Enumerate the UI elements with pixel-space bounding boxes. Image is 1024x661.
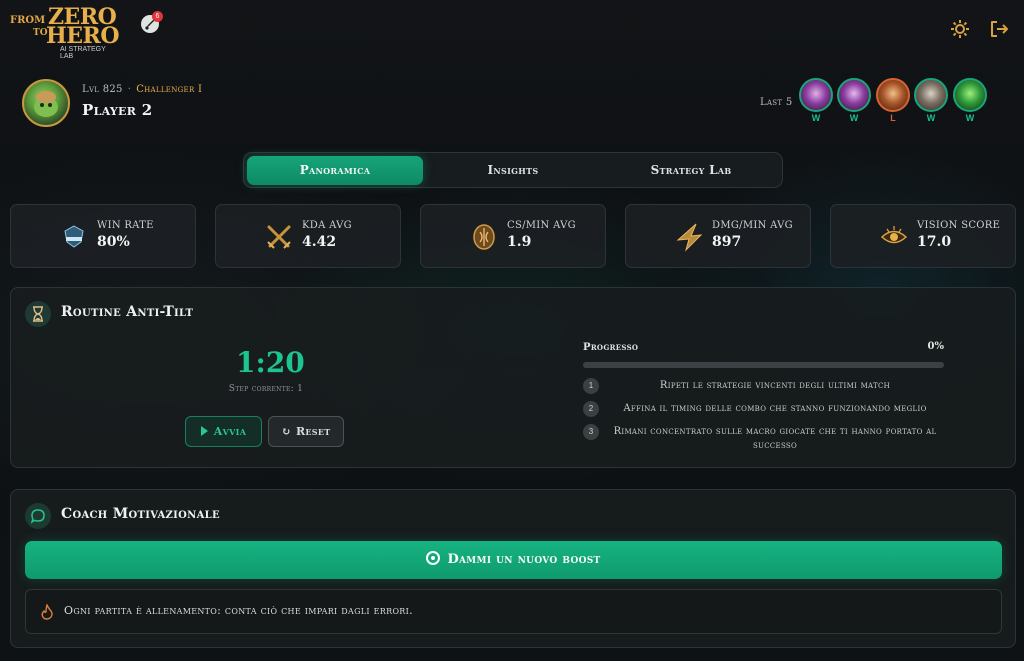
stat-label: KDA AVG bbox=[302, 220, 352, 231]
logout-icon bbox=[991, 21, 1008, 37]
progress-bar bbox=[583, 362, 944, 368]
stat-value: 1.9 bbox=[507, 234, 532, 250]
motivational-quote: Ogni partita è allenamento: conta ciò ch… bbox=[25, 589, 1002, 634]
progress-percent: 0% bbox=[927, 341, 944, 352]
settings-button[interactable] bbox=[949, 18, 971, 40]
step-text: Rimani concentrato sulle macro giocate c… bbox=[613, 426, 937, 451]
coach-panel: Coach Motivazionale Dammi un nuovo boost… bbox=[10, 489, 1016, 648]
start-button-label: Avvia bbox=[213, 425, 247, 438]
cs-coin-icon bbox=[473, 224, 495, 250]
stat-label: CS/MIN AVG bbox=[507, 220, 576, 231]
stat-label: WIN RATE bbox=[97, 220, 154, 231]
last5-label: Last 5 bbox=[760, 97, 793, 108]
routine-timer: 1:20 bbox=[236, 346, 305, 379]
stat-label: VISION SCORE bbox=[917, 220, 1001, 231]
boost-button-label: Dammi un nuovo boost bbox=[447, 552, 601, 567]
stat-card-kda: KDA AVG 4.42 bbox=[215, 204, 401, 268]
step-number: 2 bbox=[583, 401, 599, 417]
logout-button[interactable] bbox=[988, 18, 1010, 40]
app-logo[interactable]: FROM ZERO TO HERO AI STRATEGY LAB bbox=[10, 4, 120, 60]
player-level: Lvl 825 bbox=[82, 84, 123, 95]
routine-title: Routine Anti-Tilt bbox=[61, 304, 194, 320]
stat-value: 17.0 bbox=[917, 234, 952, 250]
stat-card-cs-min: CS/MIN AVG 1.9 bbox=[420, 204, 606, 268]
reset-button[interactable]: ↻ Reset bbox=[268, 416, 344, 447]
new-boost-button[interactable]: Dammi un nuovo boost bbox=[25, 541, 1002, 579]
victory-badge-icon bbox=[64, 225, 84, 248]
top-bar: FROM ZERO TO HERO AI STRATEGY LAB 6 bbox=[0, 0, 1024, 60]
player-rank: Challenger I bbox=[136, 84, 203, 95]
routine-panel: Routine Anti-Tilt 1:20 Step corrente: 1 … bbox=[10, 287, 1016, 468]
main-tabs: Panoramica Insights Strategy Lab bbox=[243, 152, 783, 188]
player-level-rank: Lvl 825 · Challenger I bbox=[82, 84, 203, 95]
player-name: Player 2 bbox=[82, 101, 153, 119]
stat-value: 4.42 bbox=[302, 234, 337, 250]
recent-match-3-result: L bbox=[890, 113, 896, 123]
current-step-label: Step corrente: 1 bbox=[228, 384, 304, 394]
target-icon bbox=[426, 551, 441, 565]
crossed-swords-icon bbox=[267, 225, 291, 249]
stat-card-win-rate: WIN RATE 80% bbox=[10, 204, 196, 268]
reset-button-label: Reset bbox=[295, 425, 331, 438]
stat-value: 897 bbox=[712, 234, 742, 250]
recent-match-1[interactable] bbox=[799, 78, 833, 112]
progress-label: Progresso bbox=[583, 342, 639, 353]
recent-match-2-result: W bbox=[849, 113, 859, 123]
tab-panoramica[interactable]: Panoramica bbox=[247, 156, 423, 185]
flame-icon bbox=[41, 604, 53, 620]
reset-icon: ↻ bbox=[281, 425, 291, 438]
stat-card-dmg-min: DMG/MIN AVG 897 bbox=[625, 204, 811, 268]
player-avatar bbox=[22, 79, 70, 127]
recent-match-1-result: W bbox=[811, 113, 821, 123]
recent-match-2[interactable] bbox=[837, 78, 871, 112]
eye-icon bbox=[880, 226, 908, 244]
start-button[interactable]: Avvia bbox=[185, 416, 262, 447]
quote-text: Ogni partita è allenamento: conta ciò ch… bbox=[64, 604, 413, 617]
stat-label: DMG/MIN AVG bbox=[712, 220, 793, 231]
logo-from: FROM bbox=[10, 15, 46, 26]
hourglass-icon bbox=[25, 301, 51, 327]
step-number: 3 bbox=[583, 424, 599, 440]
stat-card-vision-score: VISION SCORE 17.0 bbox=[830, 204, 1016, 268]
logo-subtitle: AI STRATEGY LAB bbox=[60, 46, 106, 60]
recent-match-4-result: W bbox=[926, 113, 936, 123]
stat-value: 80% bbox=[97, 234, 130, 250]
play-icon bbox=[200, 426, 208, 436]
step-text: Affina il timing delle combo che stanno … bbox=[623, 403, 927, 414]
coach-title: Coach Motivazionale bbox=[61, 506, 220, 522]
champion-portrait-icon bbox=[34, 91, 58, 117]
chat-bubble-icon bbox=[25, 503, 51, 529]
recent-match-4[interactable] bbox=[914, 78, 948, 112]
tab-insights[interactable]: Insights bbox=[425, 156, 601, 185]
recent-match-5-result: W bbox=[965, 113, 975, 123]
recent-match-3[interactable] bbox=[876, 78, 910, 112]
gear-icon bbox=[951, 20, 969, 38]
step-text: Ripeti le strategie vincenti degli ultim… bbox=[659, 380, 891, 391]
recent-match-5[interactable] bbox=[953, 78, 987, 112]
damage-star-icon bbox=[676, 223, 703, 252]
notification-badge: 6 bbox=[152, 11, 163, 22]
tab-strategy-lab[interactable]: Strategy Lab bbox=[603, 156, 779, 185]
step-number: 1 bbox=[583, 378, 599, 394]
